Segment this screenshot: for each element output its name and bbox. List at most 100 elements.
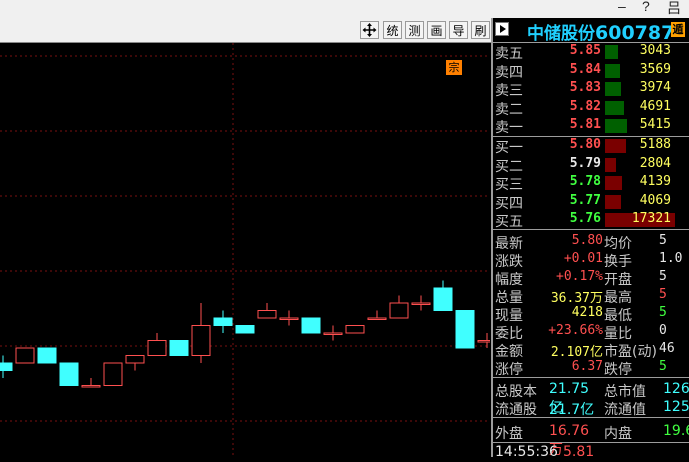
ask-price: 5.83 bbox=[569, 80, 601, 96]
ask-label: 卖一 bbox=[495, 120, 523, 137]
ask-label: 卖三 bbox=[495, 83, 523, 100]
inner-label: 内盘 bbox=[604, 426, 632, 442]
restore-button[interactable]: ? bbox=[642, 0, 650, 14]
bid-volume-bar bbox=[605, 176, 622, 191]
quote-row: 总量 36.37万 最高 5 bbox=[493, 287, 689, 306]
bid-row[interactable]: 买五 5.76 17321 bbox=[493, 211, 689, 230]
bid-volume: 2804 bbox=[639, 155, 671, 171]
quote-value: 5.80 bbox=[571, 233, 603, 248]
ask-volume-bar bbox=[605, 119, 627, 134]
candle-body bbox=[147, 340, 167, 356]
separator bbox=[493, 417, 689, 418]
quote-label: 委比 bbox=[495, 326, 523, 342]
bid-row[interactable]: 买四 5.77 4069 bbox=[493, 192, 689, 212]
ask-row[interactable]: 卖四 5.84 3569 bbox=[493, 61, 689, 81]
candle-body bbox=[389, 302, 409, 319]
close-button[interactable]: 吕 bbox=[667, 0, 681, 18]
ask-price: 5.82 bbox=[569, 98, 601, 114]
quote-value: +0.17% bbox=[556, 269, 603, 284]
bid-volume: 4139 bbox=[639, 174, 671, 190]
tongji-button[interactable]: 统 bbox=[383, 21, 402, 39]
quote-label: 涨停 bbox=[495, 362, 523, 378]
ask-volume: 3569 bbox=[639, 61, 671, 77]
chart-toolbar: 统 测 画 导 刷 bbox=[0, 18, 492, 43]
shuaxin-button[interactable]: 刷 bbox=[471, 21, 490, 39]
quote-value: 5 bbox=[659, 305, 667, 320]
minimize-button[interactable]: – bbox=[618, 0, 626, 14]
candle-body bbox=[323, 332, 343, 335]
quote-label: 换手 bbox=[604, 254, 632, 270]
share-value: 126. bbox=[663, 381, 689, 397]
quote-value: +0.01 bbox=[563, 251, 603, 266]
bid-label: 买三 bbox=[495, 177, 523, 194]
candle-body bbox=[191, 325, 211, 356]
inner-value: 19.6 bbox=[663, 423, 689, 439]
candle-body bbox=[213, 317, 233, 326]
ask-volume-bar bbox=[605, 100, 624, 115]
candle-body bbox=[169, 340, 189, 356]
stock-name: 中储股份 bbox=[527, 24, 595, 44]
candle-body bbox=[0, 362, 13, 371]
share-row: 流通股 21.7亿流通值 125. bbox=[493, 399, 689, 418]
bid-volume: 4069 bbox=[639, 192, 671, 208]
chart-canvas bbox=[0, 43, 497, 457]
ask-volume: 3974 bbox=[639, 80, 671, 96]
candle-body bbox=[15, 347, 35, 364]
stock-badge[interactable]: 遁 bbox=[671, 22, 685, 37]
share-label: 总市值 bbox=[604, 384, 646, 400]
bid-price: 5.77 bbox=[569, 192, 601, 208]
quote-row: 涨跌 +0.01 换手 1.0 bbox=[493, 251, 689, 270]
share-label: 流通值 bbox=[604, 402, 646, 418]
quote-value: 46 bbox=[659, 341, 675, 356]
candle-body bbox=[257, 310, 277, 319]
quote-panel: 中储股份600787 遁 卖五 5.85 3043 卖四 5.84 3569 卖三 5.83 3… bbox=[493, 18, 689, 460]
bid-row[interactable]: 买三 5.78 4139 bbox=[493, 174, 689, 194]
quote-value: 0 bbox=[659, 323, 667, 338]
quote-value: 2.107亿 bbox=[550, 345, 603, 360]
ask-row[interactable]: 卖五 5.85 3043 bbox=[493, 43, 689, 62]
quote-label: 现量 bbox=[495, 308, 523, 324]
quote-value: +23.66% bbox=[548, 323, 603, 338]
quote-value: 5 bbox=[659, 359, 667, 374]
play-icon[interactable] bbox=[495, 22, 509, 36]
quote-label: 总量 bbox=[495, 290, 523, 306]
separator bbox=[493, 229, 689, 230]
quote-row: 金额 2.107亿 市盈(动) 46 bbox=[493, 341, 689, 360]
tick-row: 14:55:36 5.81 bbox=[493, 444, 689, 462]
bid-row[interactable]: 买一 5.80 5188 bbox=[493, 137, 689, 156]
quote-label: 开盘 bbox=[604, 272, 632, 288]
quote-value: 1.0 bbox=[659, 251, 683, 266]
quote-row: 现量 4218 最低 5 bbox=[493, 305, 689, 324]
quote-label: 最新 bbox=[495, 236, 523, 252]
ask-label: 卖二 bbox=[495, 101, 523, 118]
ask-label: 卖四 bbox=[495, 64, 523, 81]
candle-body bbox=[37, 347, 57, 364]
celiang-button[interactable]: 测 bbox=[405, 21, 424, 39]
event-marker-badge[interactable]: 宗 bbox=[446, 60, 462, 75]
move-icon[interactable] bbox=[360, 21, 379, 39]
ask-row[interactable]: 卖二 5.82 4691 bbox=[493, 98, 689, 118]
candle-body bbox=[455, 310, 475, 349]
ask-volume-bar bbox=[605, 45, 618, 59]
bid-row[interactable]: 买二 5.79 2804 bbox=[493, 155, 689, 175]
candlestick-chart[interactable]: 宗 bbox=[0, 43, 497, 457]
candle-body bbox=[367, 317, 387, 320]
chart-grid bbox=[0, 43, 490, 457]
share-label: 总股本 bbox=[495, 384, 537, 400]
daochu-button[interactable]: 导 bbox=[449, 21, 468, 39]
bid-volume-bar bbox=[605, 139, 626, 153]
outer-label: 外盘 bbox=[495, 426, 523, 442]
huamian-button[interactable]: 画 bbox=[427, 21, 446, 39]
quote-value: 4218 bbox=[571, 305, 603, 320]
quote-value: 5 bbox=[659, 269, 667, 284]
ask-row[interactable]: 卖三 5.83 3974 bbox=[493, 80, 689, 100]
quote-value: 6.37 bbox=[571, 359, 603, 374]
ask-volume: 5415 bbox=[639, 117, 671, 133]
candle-body bbox=[59, 362, 79, 386]
candle-body bbox=[125, 355, 145, 364]
quote-label: 金额 bbox=[495, 344, 523, 360]
ask-volume: 4691 bbox=[639, 98, 671, 114]
candle-body bbox=[279, 317, 299, 320]
ask-row[interactable]: 卖一 5.81 5415 bbox=[493, 117, 689, 137]
candle-body bbox=[433, 287, 453, 311]
